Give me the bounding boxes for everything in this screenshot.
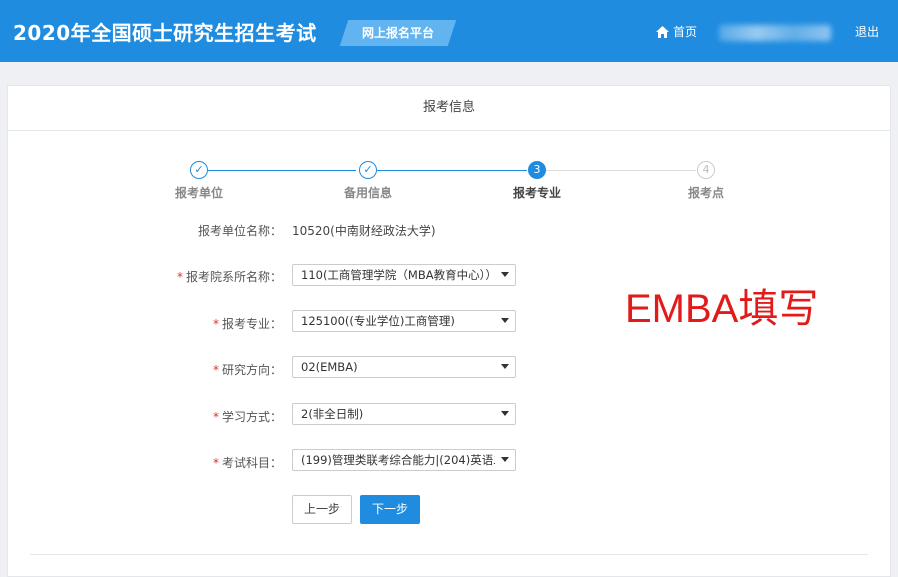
subjects-label: * 考试科目： [212,456,282,470]
step-connector-3 [546,170,696,171]
top-header-bar: 2020年全国硕士研究生招生考试 网上报名平台 首页 退出 [0,0,898,62]
major-select[interactable]: 125100((专业学位)工商管理) [292,310,516,332]
prev-step-button[interactable]: 上一步 [292,495,352,524]
step-connector-2 [377,170,527,171]
card-title: 报考信息 [8,86,890,131]
department-label: * 报考院系所名称： [176,270,282,284]
step-2-check-icon: ✓ [359,161,377,179]
direction-select-value: 02(EMBA) [301,360,358,374]
study-mode-select-value: 2(非全日制) [301,407,364,421]
bottom-divider [30,554,868,555]
user-name-redacted [719,25,831,41]
step-1-check-icon: ✓ [190,161,208,179]
home-icon [656,26,669,38]
study-mode-label: * 学习方式： [212,410,282,424]
major-label: * 报考专业： [212,317,282,331]
unit-name-value: 10520(中南财经政法大学) [292,224,436,238]
step-4-indicator: 4 [697,161,715,179]
emba-annotation: EMBA填写 [625,287,819,331]
required-marker: * [176,270,183,284]
subjects-select-value: (199)管理类联考综合能力|(204)英语二 [301,453,495,467]
step-label-unit: 报考单位 [174,186,223,200]
required-marker: * [212,410,219,424]
step-label-major: 报考专业 [512,186,561,200]
step-3-indicator: 3 [528,161,546,179]
dropdown-arrow-icon [501,364,509,369]
required-marker: * [212,363,219,377]
dropdown-arrow-icon [501,318,509,323]
department-select[interactable]: 110(工商管理学院（MBA教育中心）） [292,264,516,286]
dropdown-arrow-icon [501,272,509,277]
home-link-label: 首页 [673,25,698,39]
subjects-select[interactable]: (199)管理类联考综合能力|(204)英语二 [292,449,516,471]
department-select-value: 110(工商管理学院（MBA教育中心）） [301,268,495,282]
application-card: 报考信息 ✓ ✓ 3 4 报考单位 备用信息 报考专业 报考点 报考单位名称： … [7,85,891,577]
home-link[interactable]: 首页 [656,22,697,42]
dropdown-arrow-icon [501,411,509,416]
direction-select[interactable]: 02(EMBA) [292,356,516,378]
step-label-backup: 备用信息 [343,186,392,200]
dropdown-arrow-icon [501,457,509,462]
site-title: 2020年全国硕士研究生招生考试 [13,21,317,45]
logout-link[interactable]: 退出 [855,22,879,42]
next-step-button[interactable]: 下一步 [360,495,420,524]
direction-label: * 研究方向： [212,363,282,377]
major-select-value: 125100((专业学位)工商管理) [301,314,455,328]
step-connector-1 [208,170,356,171]
required-marker: * [212,456,219,470]
required-marker: * [212,317,219,331]
platform-tag: 网上报名平台 [361,26,434,40]
step-label-exam-site: 报考点 [687,186,724,200]
unit-name-label: 报考单位名称： [197,224,282,238]
study-mode-select[interactable]: 2(非全日制) [292,403,516,425]
